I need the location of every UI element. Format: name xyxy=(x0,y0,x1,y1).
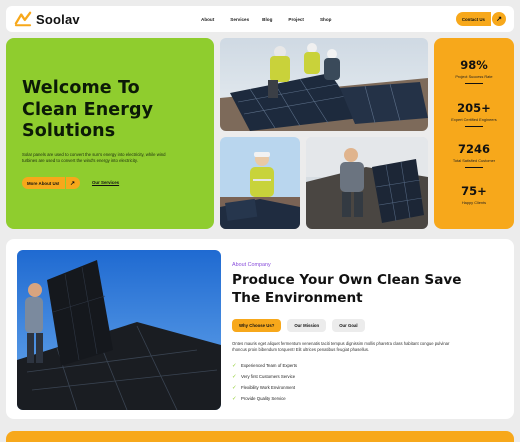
feature-list: ✓ Experienced Team of Experts ✓ Very first… xyxy=(232,360,297,404)
contact-label[interactable]: Contact Us xyxy=(455,12,491,26)
stat-label: Project Success Rate xyxy=(455,74,493,79)
solar-logo-icon xyxy=(14,11,32,27)
about-title-line: The Environment xyxy=(232,289,363,306)
stat-label: Expert Certified Engineers xyxy=(451,117,497,122)
more-about-button[interactable]: More About Us! ↗ xyxy=(22,177,80,189)
main-nav: About Services Blog Project Shop xyxy=(201,6,331,32)
tab-our-mission[interactable]: Our Mission xyxy=(287,319,327,332)
more-about-label[interactable]: More About Us! xyxy=(22,177,65,189)
about-image xyxy=(17,250,221,410)
about-tag: About Company xyxy=(232,262,271,268)
installer-illustration xyxy=(306,137,428,229)
hero-image-workers-roof xyxy=(220,38,428,131)
contact-button[interactable]: Contact Us ↗ xyxy=(455,11,506,27)
site-header: Soolav About Services Blog Project Shop … xyxy=(6,6,514,32)
our-services-link[interactable]: Our Services xyxy=(92,180,119,185)
next-section-edge xyxy=(6,431,514,442)
check-icon: ✓ xyxy=(232,373,237,380)
list-item: ✓ Provide Quality Service xyxy=(232,393,297,404)
stat-item: 7246 Total Satisfied Customer xyxy=(434,142,514,169)
hero-description-line: turbines are used to convert the wind's … xyxy=(22,158,138,164)
stat-label: Total Satisfied Customer xyxy=(452,158,496,163)
stat-value: 98% xyxy=(460,58,488,72)
nav-item-project[interactable]: Project xyxy=(288,17,304,22)
list-item: ✓ Very first Customers Service xyxy=(232,371,297,382)
stat-item: 98% Project Success Rate xyxy=(434,58,514,85)
check-icon: ✓ xyxy=(232,362,237,369)
about-tabs: Why Choose Us? Our Mission Our Goal xyxy=(232,319,365,332)
about-title: Produce Your Own Clean Save The Environm… xyxy=(232,272,461,307)
check-icon: ✓ xyxy=(232,395,237,402)
about-description: Ontes mauris eget aliquet fermentum vene… xyxy=(232,341,494,353)
stat-label: Happy Clients xyxy=(461,200,487,205)
engineer-illustration xyxy=(220,137,300,229)
stat-divider xyxy=(465,167,483,169)
hero-title-line: Clean Energy xyxy=(22,99,154,120)
about-description-line: rhoncus proin bibendum torquent! Elit ul… xyxy=(232,347,370,353)
page: Soolav About Services Blog Project Shop … xyxy=(0,0,520,442)
stats-panel: 98% Project Success Rate 205+ Expert Cer… xyxy=(434,38,514,229)
panel-lifting-illustration xyxy=(17,250,221,410)
check-icon: ✓ xyxy=(232,384,237,391)
tab-our-goal[interactable]: Our Goal xyxy=(332,319,365,332)
tab-why-choose-us[interactable]: Why Choose Us? xyxy=(232,319,282,332)
stat-item: 205+ Expert Certified Engineers xyxy=(434,101,514,128)
logo[interactable]: Soolav xyxy=(14,11,80,27)
hero-description: Solar panels are used to convert the sun… xyxy=(22,152,192,165)
list-item: ✓ Flexibility Work Environment xyxy=(232,382,297,393)
feature-label: Flexibility Work Environment xyxy=(241,385,296,390)
hero-title-line: Welcome To xyxy=(22,78,140,98)
feature-label: Provide Quality Service xyxy=(241,396,286,401)
nav-item-shop[interactable]: Shop xyxy=(320,17,331,22)
about-title-line: Produce Your Own Clean Save xyxy=(232,272,462,288)
hero-title: Welcome To Clean Energy Solutions xyxy=(22,78,153,143)
nav-item-services[interactable]: Services xyxy=(230,17,249,22)
hero-image-installer xyxy=(306,137,428,229)
stat-value: 7246 xyxy=(457,142,490,156)
hero-image-engineer xyxy=(220,137,300,229)
stat-item: 75+ Happy Clients xyxy=(434,184,514,205)
list-item: ✓ Experienced Team of Experts xyxy=(232,360,297,371)
stat-divider xyxy=(465,83,483,85)
feature-label: Experienced Team of Experts xyxy=(241,363,298,368)
nav-item-about[interactable]: About xyxy=(201,17,214,22)
feature-label: Very first Customers Service xyxy=(241,374,296,379)
arrow-up-right-icon[interactable]: ↗ xyxy=(65,177,80,189)
arrow-up-right-icon[interactable]: ↗ xyxy=(492,12,506,26)
hero-panel: Welcome To Clean Energy Solutions Solar … xyxy=(6,38,214,229)
stat-value: 75+ xyxy=(461,184,487,198)
hero-title-line: Solutions xyxy=(22,121,116,141)
stat-value: 205+ xyxy=(457,101,491,115)
nav-item-blog[interactable]: Blog xyxy=(262,17,272,22)
roof-workers-illustration xyxy=(220,38,428,131)
stat-divider xyxy=(465,126,483,128)
brand-name: Soolav xyxy=(36,11,80,27)
